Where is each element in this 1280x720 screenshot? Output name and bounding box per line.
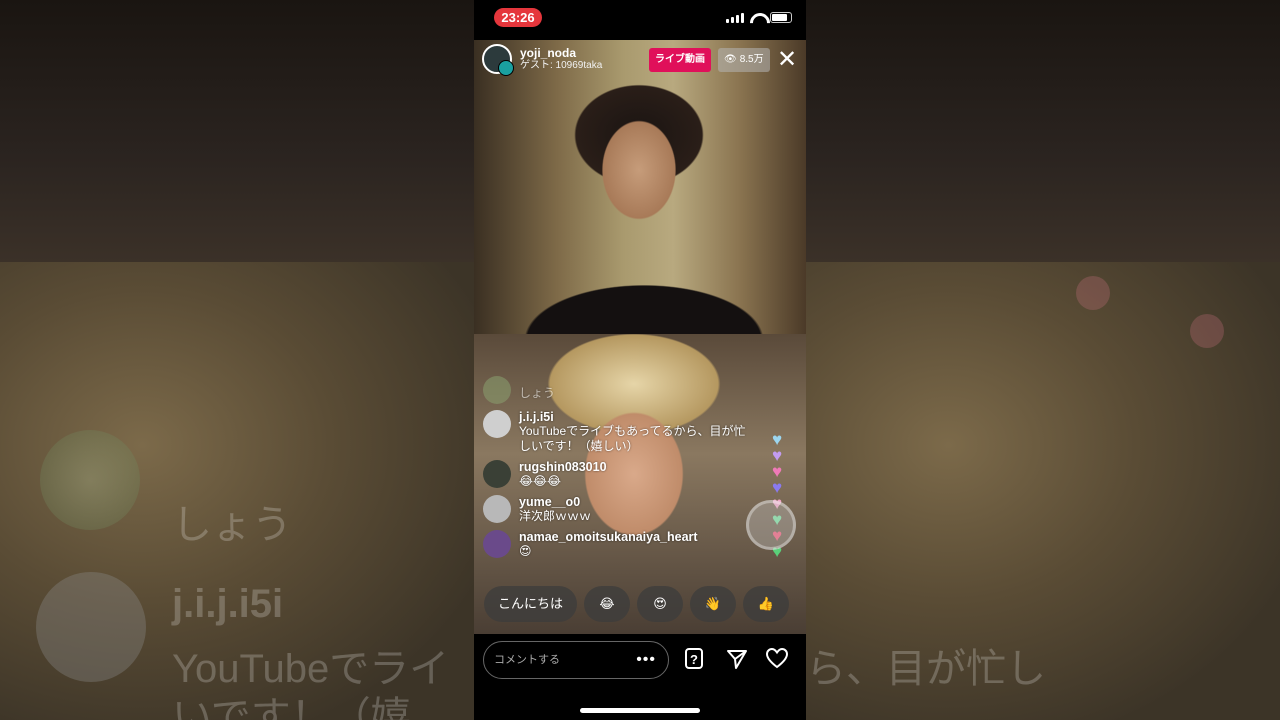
heart-icon xyxy=(1190,314,1224,348)
home-indicator[interactable] xyxy=(580,708,700,713)
comment-placeholder: コメントする xyxy=(494,654,560,666)
host-video xyxy=(474,40,806,334)
battery-icon xyxy=(770,12,792,23)
comment-username[interactable]: rugshin083010 xyxy=(519,460,607,474)
comment-username[interactable]: j.i.j.i5i xyxy=(519,410,757,424)
comment-text: しょう xyxy=(519,386,556,400)
ghost-text: しょう xyxy=(172,503,292,547)
send-icon[interactable] xyxy=(724,647,750,673)
comment-text: 😂😂😂 xyxy=(519,474,562,488)
question-icon[interactable]: ? xyxy=(682,647,708,673)
list-item: namae_omoitsukanaiya_heart 😍 xyxy=(483,530,773,559)
background-top-area xyxy=(806,0,1280,262)
background-blur-right: ら、目が忙し xyxy=(806,0,1280,720)
close-icon[interactable]: ✕ xyxy=(774,47,800,73)
comment-username[interactable]: yume__o0 xyxy=(519,495,591,509)
heart-icon[interactable] xyxy=(764,647,790,673)
status-time: 23:26 xyxy=(494,8,542,27)
ghost-text: j.i.j.i5i xyxy=(172,582,284,626)
phone-screen: 23:26 yoji_noda ゲスト: 10969taka ライブ動画 👁 8… xyxy=(474,0,806,720)
reaction-laugh-button[interactable]: 😂 xyxy=(584,586,631,622)
status-bar: 23:26 xyxy=(474,0,806,36)
signal-icon xyxy=(726,12,744,23)
host-info[interactable]: yoji_noda ゲスト: 10969taka xyxy=(482,44,603,76)
reaction-wave-button[interactable]: 👋 xyxy=(690,586,737,622)
reaction-thumbs-up-button[interactable]: 👍 xyxy=(743,586,790,622)
comment-text: 😍 xyxy=(519,544,532,558)
avatar[interactable] xyxy=(482,44,514,76)
comment-bar: コメントする ••• ? xyxy=(474,634,806,720)
list-item: rugshin083010 😂😂😂 xyxy=(483,460,773,489)
reaction-hello-button[interactable]: こんにちは xyxy=(484,586,578,622)
list-item: しょう xyxy=(483,376,773,404)
viewer-count-badge[interactable]: 👁 8.5万 xyxy=(718,48,770,72)
heart-icon xyxy=(1076,276,1110,310)
ghost-avatar xyxy=(40,430,140,530)
more-options-icon[interactable]: ••• xyxy=(636,642,656,678)
avatar[interactable] xyxy=(483,410,511,438)
background-top-area xyxy=(0,0,474,262)
avatar xyxy=(483,376,511,404)
wifi-icon xyxy=(750,13,764,23)
list-item: j.i.j.i5i YouTubeでライブもあってるから、目が忙しいです！（嬉し… xyxy=(483,410,773,454)
list-item: yume__o0 洋次郎ｗｗｗ xyxy=(483,495,773,524)
ghost-text: いです！（嬉 xyxy=(172,695,411,720)
comment-input[interactable]: コメントする ••• xyxy=(483,641,669,679)
guest-label: ゲスト: 10969taka xyxy=(520,60,603,72)
camera-effects-button[interactable] xyxy=(746,500,796,550)
eye-icon: 👁 xyxy=(724,54,737,65)
quick-reactions: こんにちは 😂 😍 👋 👍 xyxy=(484,586,790,622)
avatar[interactable] xyxy=(483,495,511,523)
live-badge: ライブ動画 xyxy=(649,48,711,72)
viewer-count: 8.5万 xyxy=(739,54,764,65)
ghost-avatar xyxy=(36,572,146,682)
status-icons xyxy=(726,12,792,23)
svg-text:?: ? xyxy=(690,652,698,667)
comment-list: しょう j.i.j.i5i YouTubeでライブもあってるから、目が忙しいです… xyxy=(483,376,773,565)
comment-text: 洋次郎ｗｗｗ xyxy=(519,509,592,523)
comment-username[interactable]: namae_omoitsukanaiya_heart xyxy=(519,530,698,544)
guest-avatar xyxy=(498,60,514,76)
comment-text: YouTubeでライブもあってるから、目が忙しいです！（嬉しい） xyxy=(519,424,746,453)
avatar[interactable] xyxy=(483,460,511,488)
host-username[interactable]: yoji_noda xyxy=(520,46,602,60)
reaction-heart-eyes-button[interactable]: 😍 xyxy=(637,586,684,622)
avatar[interactable] xyxy=(483,530,511,558)
background-blur-left: しょう j.i.j.i5i YouTubeでライ いです！（嬉 xyxy=(0,0,474,720)
ghost-text: ら、目が忙し xyxy=(806,647,1046,691)
